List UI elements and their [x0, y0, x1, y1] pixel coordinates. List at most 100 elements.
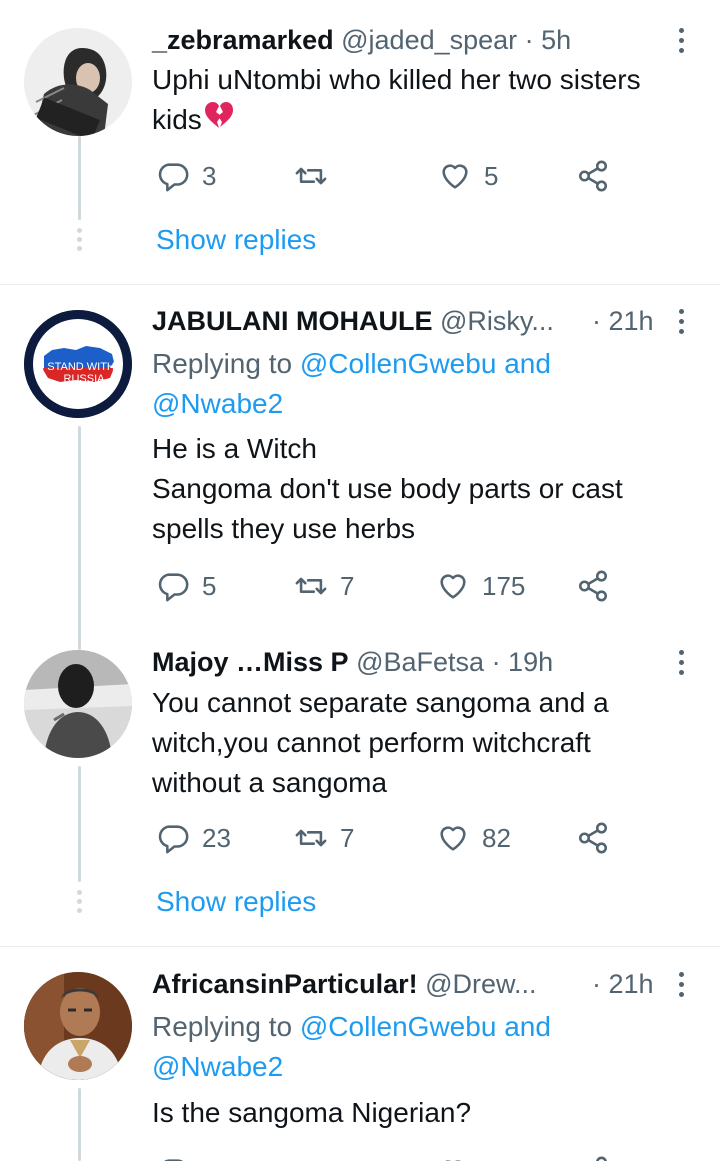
thread-dots: [72, 228, 86, 251]
tweet-text-line: Sangoma don't use body parts or cast: [152, 473, 623, 504]
share-icon: [596, 1156, 607, 1161]
share-button[interactable]: [576, 1152, 610, 1161]
tweet-text-line: kids: [152, 100, 690, 140]
retweet-count: 7: [340, 570, 355, 601]
tweet-actions-partial: [152, 1152, 632, 1161]
mention-link[interactable]: @CollenGwebu: [300, 1011, 497, 1042]
more-options-icon[interactable]: [676, 309, 686, 334]
like-button[interactable]: 5: [438, 156, 498, 196]
display-name[interactable]: JABULANI MOHAULE: [152, 306, 433, 336]
heart-icon: [440, 826, 466, 851]
heart-icon: [445, 1160, 461, 1161]
more-options-icon[interactable]: [676, 972, 686, 997]
mention-link[interactable]: @Nwabe2: [152, 388, 283, 419]
reply-icon: [158, 163, 189, 192]
thread-line: [78, 1088, 81, 1161]
timestamp[interactable]: · 19h: [492, 647, 554, 677]
like-count: 175: [482, 570, 526, 601]
tweet-text-line: spells they use herbs: [152, 513, 416, 544]
replying-to: Replying to @CollenGwebu and @Nwabe2: [152, 1007, 660, 1087]
like-button[interactable]: [436, 1152, 470, 1161]
avatar[interactable]: [24, 28, 132, 136]
tweet-text: Is the sangoma Nigerian?: [152, 1093, 690, 1133]
share-icon: [578, 160, 608, 192]
replying-to-label: Replying to: [152, 1011, 293, 1042]
reply-button[interactable]: 23: [156, 818, 231, 858]
timestamp[interactable]: · 21h: [592, 303, 654, 339]
thread-line: [78, 426, 81, 650]
timestamp[interactable]: · 21h: [592, 966, 654, 1002]
tweet-text: He is a Witch Sangoma don't use body par…: [152, 429, 690, 549]
tweet-text-line: Is the sangoma Nigerian?: [152, 1097, 472, 1128]
tweet-header: _zebramarked @jaded_spear · 5h: [152, 22, 660, 58]
replying-to-and[interactable]: and: [504, 1011, 551, 1042]
like-count: 82: [482, 822, 511, 853]
avatar[interactable]: [24, 650, 132, 758]
heart-icon: [442, 164, 468, 189]
mention-link[interactable]: @CollenGwebu: [300, 348, 497, 379]
tweet-actions: 5 7 175: [152, 566, 632, 606]
tweet-text-line: kids: [152, 104, 202, 135]
thread-line: [78, 136, 81, 220]
reply-count: 3: [202, 160, 217, 191]
tweet-header: AfricansinParticular! @Drew...: [152, 966, 600, 1002]
retweet-button[interactable]: [294, 156, 340, 196]
tweet-actions: 23 7 82: [152, 818, 632, 858]
share-icon: [578, 822, 608, 854]
tweet-text: Uphi uNtombi who killed her two sisters …: [152, 60, 690, 140]
thread-dots: [72, 890, 86, 913]
display-name[interactable]: Majoy …Miss P: [152, 647, 349, 677]
more-options-icon[interactable]: [676, 28, 686, 53]
thread-line: [78, 766, 81, 882]
retweet-icon: [295, 829, 327, 847]
reply-button[interactable]: [156, 1152, 190, 1161]
reply-button[interactable]: 3: [156, 156, 216, 196]
user-handle[interactable]: @Risky...: [440, 306, 554, 336]
tweet-text-line: He is a Witch: [152, 433, 317, 464]
avatar[interactable]: [24, 972, 132, 1080]
heart-icon: [440, 574, 466, 599]
share-button[interactable]: [576, 566, 610, 606]
divider: [0, 284, 720, 285]
retweet-icon: [294, 1155, 328, 1161]
mention-link[interactable]: @Nwabe2: [152, 1051, 283, 1082]
tweet-header: Majoy …Miss P @BaFetsa · 19h: [152, 644, 660, 680]
share-button[interactable]: [576, 156, 610, 196]
tweet-header: JABULANI MOHAULE @Risky...: [152, 303, 600, 339]
display-name[interactable]: _zebramarked: [152, 25, 334, 55]
user-handle[interactable]: @Drew...: [425, 969, 536, 999]
tweet-text-line: Uphi uNtombi who killed her two sisters: [152, 64, 641, 95]
retweet-icon: [295, 167, 327, 185]
like-button[interactable]: 82: [436, 818, 511, 858]
like-button[interactable]: 175: [436, 566, 525, 606]
timestamp[interactable]: · 5h: [525, 25, 572, 55]
avatar-text: RUSSIA: [64, 373, 106, 385]
share-icon: [578, 570, 608, 602]
retweet-button[interactable]: 7: [294, 566, 354, 606]
replying-to-and[interactable]: and: [504, 348, 551, 379]
like-count: 5: [484, 160, 499, 191]
reply-icon: [164, 1159, 184, 1161]
reply-count: 5: [202, 570, 217, 601]
show-replies-link[interactable]: Show replies: [156, 220, 316, 260]
retweet-button[interactable]: [294, 1152, 328, 1161]
broken-heart-icon: [204, 100, 234, 140]
tweet-actions: 3 5: [152, 156, 632, 196]
reply-icon: [158, 825, 189, 854]
tweet-text: You cannot separate sangoma and a witch,…: [152, 683, 690, 803]
user-handle[interactable]: @BaFetsa: [356, 647, 484, 677]
avatar-text: I STAND WITH: [41, 361, 115, 373]
replying-to: Replying to @CollenGwebu and @Nwabe2: [152, 344, 660, 424]
user-handle[interactable]: @jaded_spear: [341, 25, 517, 55]
reply-button[interactable]: 5: [156, 566, 216, 606]
display-name[interactable]: AfricansinParticular!: [152, 969, 418, 999]
divider: [0, 946, 720, 947]
avatar[interactable]: I STAND WITH RUSSIA: [24, 310, 132, 418]
more-options-icon[interactable]: [676, 650, 686, 675]
retweet-count: 7: [340, 822, 355, 853]
tweet-text-line: without a sangoma: [152, 767, 388, 798]
share-button[interactable]: [576, 818, 610, 858]
retweet-button[interactable]: 7: [294, 818, 354, 858]
show-replies-link[interactable]: Show replies: [156, 882, 316, 922]
reply-count: 23: [202, 822, 231, 853]
